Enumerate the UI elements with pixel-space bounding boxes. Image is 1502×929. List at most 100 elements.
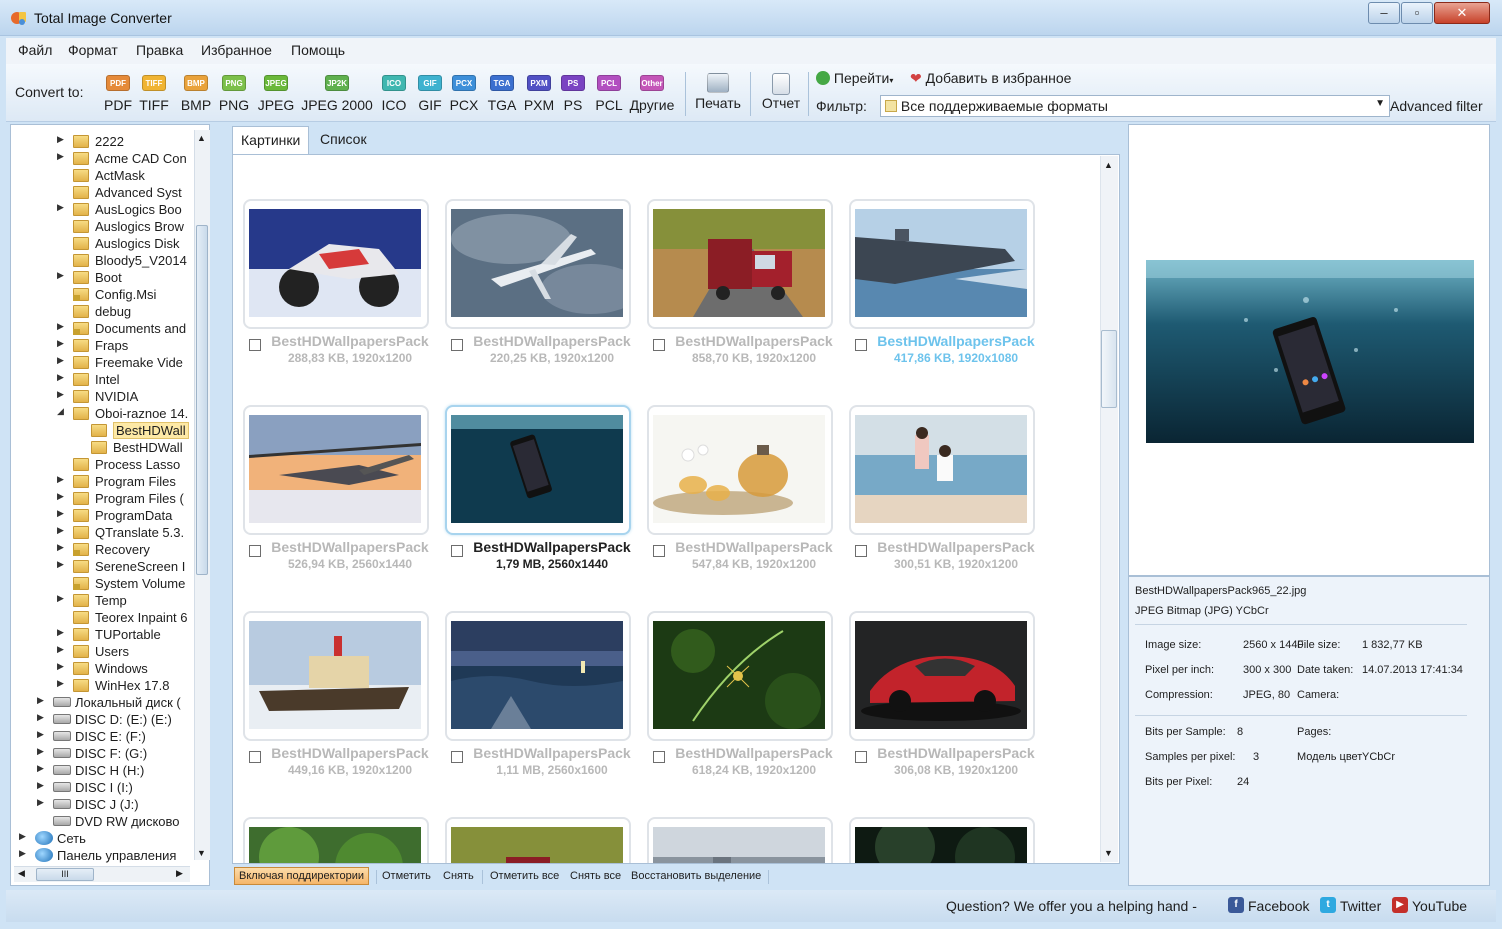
format-button-pcx[interactable]: PCX PCX (446, 73, 482, 119)
image-thumbnail[interactable] (445, 817, 631, 863)
menu-file[interactable]: Файл (18, 42, 52, 58)
expand-arrow-icon[interactable]: ▶ (57, 389, 64, 400)
expand-arrow-icon[interactable]: ▶ (37, 746, 44, 757)
expand-arrow-icon[interactable]: ▶ (57, 593, 64, 604)
tree-hscroll-thumb[interactable]: III (36, 868, 94, 881)
expand-arrow-icon[interactable]: ▶ (57, 474, 64, 485)
expand-arrow-icon[interactable]: ▶ (57, 644, 64, 655)
format-label: JPEG 2000 (301, 97, 373, 113)
folder-tree[interactable]: ▶ 2222 ▶ Acme CAD Con ActMask Advanced Syst ▶ A… (10, 124, 210, 886)
menu-help[interactable]: Помощь (291, 42, 345, 58)
tree-scroll-thumb[interactable] (196, 225, 208, 575)
thumbnail-grid[interactable]: BestHDWallpapersPack 288,83 KB, 1920x1200… (232, 154, 1120, 864)
image-thumbnail[interactable] (647, 199, 833, 329)
expand-arrow-icon[interactable]: ▶ (57, 321, 64, 332)
grid-vertical-scrollbar[interactable] (1100, 156, 1118, 862)
scroll-up-icon[interactable]: ▲ (197, 133, 206, 143)
expand-arrow-icon[interactable]: ▶ (37, 712, 44, 723)
image-thumbnail[interactable] (647, 405, 833, 535)
expand-arrow-icon[interactable]: ▶ (57, 151, 64, 162)
include-subdirectories-toggle[interactable]: Включая поддиректории (234, 867, 369, 885)
format-button-other[interactable]: Other Другие (626, 73, 678, 119)
check-button[interactable]: Отметить (382, 870, 431, 882)
expand-arrow-icon[interactable]: ▶ (19, 848, 26, 859)
format-button-ps[interactable]: PS PS (559, 73, 587, 119)
filter-select[interactable]: Все поддерживаемые форматы ▼ (880, 95, 1390, 117)
twitter-link[interactable]: Twitter (1340, 898, 1381, 914)
format-button-pcl[interactable]: PCL PCL (591, 73, 627, 119)
expand-arrow-icon[interactable]: ▶ (37, 695, 44, 706)
expand-arrow-icon[interactable]: ▶ (37, 797, 44, 808)
expand-arrow-icon[interactable]: ▶ (57, 542, 64, 553)
menu-format[interactable]: Формат (68, 42, 118, 58)
image-thumbnail[interactable] (445, 199, 641, 329)
image-thumbnail[interactable] (647, 611, 833, 741)
image-thumbnail[interactable] (849, 405, 1035, 535)
print-button[interactable]: Печать (694, 73, 742, 119)
format-button-pdf[interactable]: PDF PDF (100, 73, 136, 119)
scroll-down-icon[interactable]: ▼ (197, 848, 206, 858)
grid-scroll-thumb[interactable] (1101, 330, 1117, 408)
youtube-link[interactable]: YouTube (1412, 898, 1467, 914)
expand-arrow-icon[interactable]: ▶ (57, 134, 64, 145)
expand-arrow-icon[interactable]: ▶ (19, 831, 26, 842)
format-button-bmp[interactable]: BMP BMP (178, 73, 214, 119)
expand-arrow-icon[interactable]: ▶ (57, 372, 64, 383)
expand-arrow-icon[interactable]: ▶ (57, 661, 64, 672)
expanded-arrow-icon[interactable]: ◢ (57, 406, 64, 417)
menu-favorites[interactable]: Избранное (201, 42, 272, 58)
minimize-button[interactable]: – (1368, 2, 1400, 24)
advanced-filter-button[interactable]: Advanced filter (1390, 98, 1483, 114)
image-thumbnail[interactable] (243, 611, 429, 741)
image-thumbnail[interactable] (849, 611, 1035, 741)
expand-arrow-icon[interactable]: ▶ (57, 202, 64, 213)
maximize-button[interactable]: ▫ (1401, 2, 1433, 24)
format-button-gif[interactable]: GIF GIF (412, 73, 448, 119)
scroll-right-icon[interactable]: ▶ (176, 868, 183, 879)
tab-pictures[interactable]: Картинки (232, 126, 310, 154)
uncheck-all-button[interactable]: Снять все (570, 870, 621, 882)
expand-arrow-icon[interactable]: ▶ (57, 559, 64, 570)
scroll-up-icon[interactable]: ▲ (1104, 160, 1113, 170)
expand-arrow-icon[interactable]: ▶ (37, 763, 44, 774)
expand-arrow-icon[interactable]: ▶ (57, 355, 64, 366)
expand-arrow-icon[interactable]: ▶ (57, 678, 64, 689)
check-all-button[interactable]: Отметить все (490, 870, 559, 882)
expand-arrow-icon[interactable]: ▶ (57, 627, 64, 638)
uncheck-button[interactable]: Снять (443, 870, 474, 882)
format-button-jpeg[interactable]: JPEG JPEG (256, 73, 296, 119)
menu-edit[interactable]: Правка (136, 42, 183, 58)
format-button-jp2k[interactable]: JP2K JPEG 2000 (300, 73, 374, 119)
image-thumbnail[interactable] (445, 611, 631, 741)
tab-list[interactable]: Список (312, 126, 375, 154)
image-thumbnail[interactable] (849, 199, 1035, 329)
expand-arrow-icon[interactable]: ▶ (57, 508, 64, 519)
format-button-ico[interactable]: ICO ICO (376, 73, 412, 119)
image-thumbnail[interactable] (445, 405, 631, 535)
format-button-tga[interactable]: TGA TGA (482, 73, 522, 119)
report-button[interactable]: Отчет (758, 73, 804, 119)
chevron-down-icon[interactable]: ▼ (1375, 98, 1385, 109)
expand-arrow-icon[interactable]: ▶ (37, 780, 44, 791)
expand-arrow-icon[interactable]: ▶ (57, 491, 64, 502)
expand-arrow-icon[interactable]: ▶ (57, 525, 64, 536)
facebook-link[interactable]: Facebook (1248, 898, 1309, 914)
format-button-png[interactable]: PNG PNG (216, 73, 252, 119)
go-to-button[interactable]: Перейти▾ (816, 70, 893, 86)
scroll-down-icon[interactable]: ▼ (1104, 848, 1113, 858)
image-thumbnail[interactable] (243, 405, 429, 535)
close-button[interactable]: ✕ (1434, 2, 1490, 24)
image-thumbnail[interactable] (243, 817, 429, 863)
image-thumbnail[interactable] (647, 817, 833, 863)
format-button-tiff[interactable]: TIFF TIFF (136, 73, 172, 119)
format-button-pxm[interactable]: PXM PXM (521, 73, 557, 119)
title-bar[interactable]: Total Image Converter – ▫ ✕ (0, 0, 1502, 36)
expand-arrow-icon[interactable]: ▶ (37, 729, 44, 740)
expand-arrow-icon[interactable]: ▶ (57, 338, 64, 349)
scroll-left-icon[interactable]: ◀ (18, 868, 25, 879)
add-to-favorites-button[interactable]: ❤ Добавить в избранное (910, 70, 1071, 87)
image-thumbnail[interactable] (243, 199, 429, 329)
image-thumbnail[interactable] (849, 817, 1035, 863)
restore-selection-button[interactable]: Восстановить выделение (631, 870, 761, 882)
expand-arrow-icon[interactable]: ▶ (57, 270, 64, 281)
